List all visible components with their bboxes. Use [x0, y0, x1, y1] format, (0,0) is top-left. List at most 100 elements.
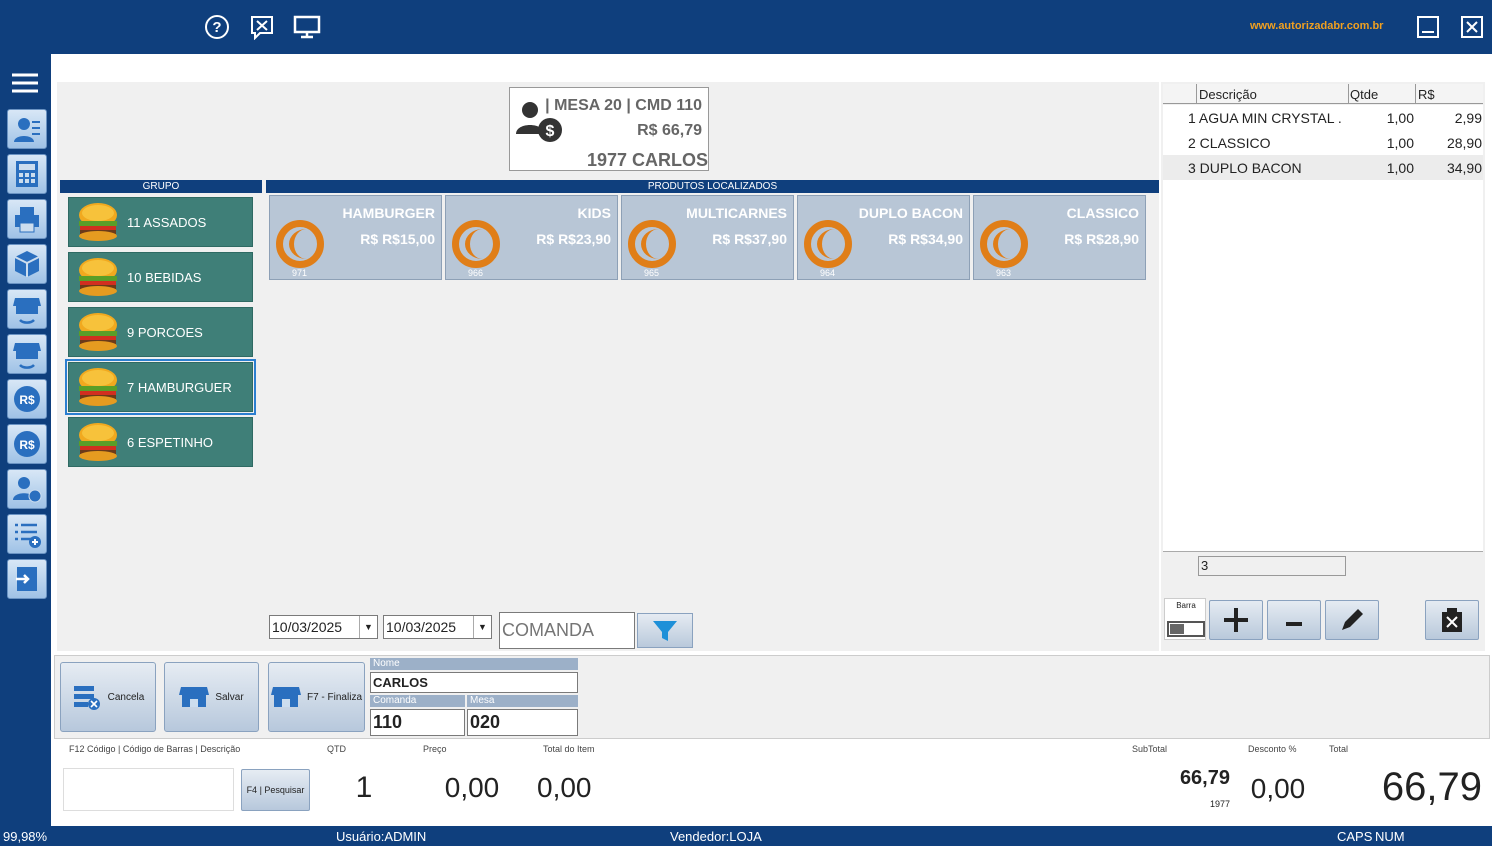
- minus-icon: [1286, 622, 1302, 626]
- code-label: F12 Código | Código de Barras | Descriçã…: [69, 744, 241, 754]
- user-money-icon[interactable]: [7, 469, 47, 509]
- filter-button[interactable]: [637, 613, 693, 648]
- name-label: Nome: [370, 658, 578, 670]
- store-icon: [270, 687, 301, 707]
- table-row[interactable]: 3 DUPLO BACON 1,00 34,90: [1163, 155, 1483, 180]
- save-button[interactable]: Salvar: [164, 662, 259, 732]
- product-price: R$ R$23,90: [536, 231, 611, 247]
- mesa-field[interactable]: 020: [467, 709, 578, 736]
- group-label: 7 HAMBURGUER: [127, 379, 232, 395]
- comanda-field[interactable]: 110: [370, 709, 465, 736]
- qty-label: QTD: [327, 744, 346, 754]
- pencil-icon: [1342, 609, 1363, 630]
- edit-item-button[interactable]: [1325, 600, 1379, 640]
- product-card-classico[interactable]: CLASSICO R$ R$28,90 963: [973, 195, 1146, 280]
- burger-icon: [77, 366, 119, 408]
- list-add-icon[interactable]: [7, 514, 47, 554]
- product-card-hamburger[interactable]: HAMBURGER R$ R$15,00 971: [269, 195, 442, 280]
- monitor-icon[interactable]: [292, 13, 322, 41]
- customer-name-field[interactable]: CARLOS: [370, 672, 578, 693]
- product-card-multicarnes[interactable]: MULTICARNES R$ R$37,90 965: [621, 195, 794, 280]
- burger-icon: [77, 256, 119, 298]
- menu-icon[interactable]: [12, 72, 38, 94]
- ticket-mesa: | MESA 20 | CMD 110: [545, 97, 702, 114]
- barra-toggle[interactable]: Barra: [1164, 598, 1206, 640]
- items-footer: 3: [1163, 551, 1483, 579]
- items-table-header: Descrição Qtde R$: [1163, 84, 1483, 104]
- product-card-duplo-bacon[interactable]: DUPLO BACON R$ R$34,90 964: [797, 195, 970, 280]
- subtotal-code: 1977: [1209, 799, 1230, 809]
- barra-label: Barra: [1176, 601, 1196, 610]
- product-price: R$ R$15,00: [360, 231, 435, 247]
- code-input[interactable]: [63, 768, 234, 811]
- remove-item-button[interactable]: [1267, 600, 1321, 640]
- help-icon[interactable]: ?: [202, 13, 232, 41]
- printer-icon[interactable]: [7, 199, 47, 239]
- group-button-bebidas[interactable]: 10 BEBIDAS: [68, 252, 253, 302]
- product-name: DUPLO BACON: [858, 205, 963, 221]
- dropdown-arrow-icon[interactable]: ▼: [359, 616, 377, 638]
- status-user: Usuário:ADMIN: [336, 829, 427, 844]
- delete-item-button[interactable]: [1425, 600, 1479, 640]
- product-name: KIDS: [577, 205, 611, 221]
- calculator-icon[interactable]: [7, 154, 47, 194]
- site-link[interactable]: www.autorizadabr.com.br: [1250, 20, 1383, 32]
- cancel-button[interactable]: Cancela: [60, 662, 156, 732]
- group-button-hamburguer[interactable]: 7 HAMBURGUER: [65, 359, 256, 415]
- group-button-assados[interactable]: 11 ASSADOS: [68, 197, 253, 247]
- caps-indicator: CAPS: [1337, 829, 1373, 844]
- row-value: 28,90: [1446, 134, 1482, 151]
- discount-field[interactable]: 0,00: [1240, 765, 1316, 813]
- ticket-box: $ | MESA 20 | CMD 110 R$ 66,79 1977 CARL…: [509, 87, 709, 171]
- table-row[interactable]: 2 CLASSICO 1,00 28,90: [1163, 130, 1483, 155]
- price-label: Preço: [423, 744, 447, 754]
- search-button[interactable]: F4 | Pesquisar: [241, 769, 310, 811]
- date-to-picker[interactable]: 10/03/2025 ▼: [383, 615, 492, 639]
- minimize-icon[interactable]: [1416, 15, 1440, 39]
- dropdown-arrow-icon[interactable]: ▼: [473, 616, 491, 638]
- plus-icon: [1224, 608, 1248, 632]
- table-row[interactable]: 1 AGUA MIN CRYSTAL ... 1,00 2,99: [1163, 105, 1483, 130]
- date-from-picker[interactable]: 10/03/2025 ▼: [269, 615, 378, 639]
- status-seller: Vendedor:LOJA: [670, 829, 762, 844]
- row-description: 1 AGUA MIN CRYSTAL ...: [1188, 109, 1343, 126]
- comanda-filter-input[interactable]: [499, 612, 635, 649]
- product-logo-icon: [628, 220, 676, 268]
- price-field[interactable]: 0,00: [417, 765, 527, 811]
- row-description: 3 DUPLO BACON: [1188, 159, 1302, 176]
- products-header: PRODUTOS LOCALIZADOS: [266, 180, 1159, 193]
- product-logo-icon: [452, 220, 500, 268]
- store-refresh-icon[interactable]: [7, 334, 47, 374]
- cash-icon-2[interactable]: R$: [7, 424, 47, 464]
- add-item-button[interactable]: [1209, 600, 1263, 640]
- svg-text:$: $: [546, 123, 555, 140]
- group-button-espetinho[interactable]: 6 ESPETINHO: [68, 417, 253, 467]
- group-label: 6 ESPETINHO: [127, 434, 213, 450]
- close-icon[interactable]: [1460, 15, 1484, 39]
- trash-icon: [1442, 608, 1462, 632]
- num-indicator: NUM: [1375, 829, 1405, 844]
- qty-field[interactable]: 1: [321, 765, 407, 811]
- cash-icon[interactable]: R$: [7, 379, 47, 419]
- box-icon[interactable]: [7, 244, 47, 284]
- store-sync-icon[interactable]: [7, 289, 47, 329]
- tools-chat-icon[interactable]: [247, 13, 277, 41]
- save-label: Salvar: [215, 691, 244, 703]
- row-description: 2 CLASSICO: [1188, 134, 1271, 151]
- group-button-porcoes[interactable]: 9 PORCOES: [68, 307, 253, 357]
- product-logo-icon: [276, 220, 324, 268]
- cancel-list-icon: [73, 686, 100, 710]
- ticket-customer: 1977 CARLOS: [586, 150, 708, 170]
- product-code: 966: [468, 268, 484, 278]
- user-card-icon[interactable]: [7, 109, 47, 149]
- status-bar: 99,98% Usuário:ADMIN Vendedor:LOJA CAPS …: [0, 826, 1492, 846]
- toggle-switch[interactable]: [1167, 621, 1205, 637]
- product-price: R$ R$34,90: [888, 231, 963, 247]
- product-card-kids[interactable]: KIDS R$ R$23,90 966: [445, 195, 618, 280]
- product-logo-icon: [804, 220, 852, 268]
- product-code: 965: [644, 268, 660, 278]
- finish-button[interactable]: F7 - Finaliza: [268, 662, 365, 732]
- exit-icon[interactable]: [7, 559, 47, 599]
- item-total-value: 0,00: [537, 772, 592, 803]
- group-label: 11 ASSADOS: [127, 214, 207, 230]
